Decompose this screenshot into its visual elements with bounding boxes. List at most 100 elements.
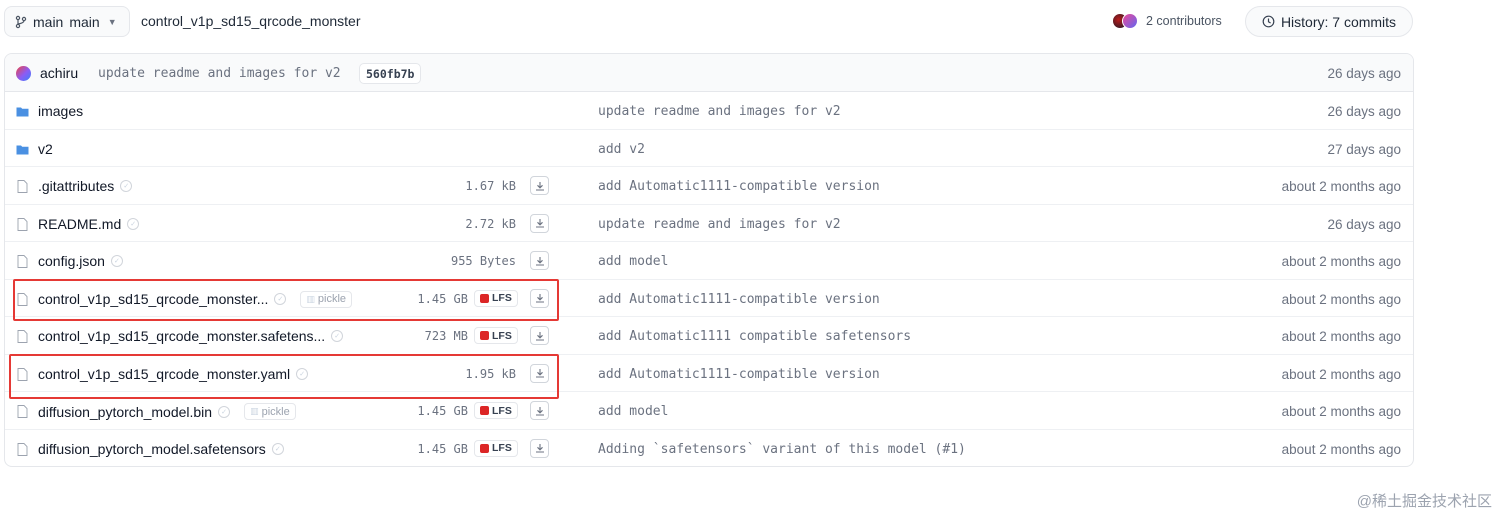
file-size: 2.72 kB <box>465 216 516 231</box>
contributors-link[interactable]: 2 contributors <box>1112 12 1222 30</box>
file-table: achiru update readme and images for v2 5… <box>4 53 1414 467</box>
commit-message[interactable]: update readme and images for v2 <box>98 66 341 81</box>
watermark: @稀土掘金技术社区 <box>1356 493 1492 510</box>
file-date: 26 days ago <box>1327 216 1401 232</box>
download-icon[interactable] <box>530 251 549 270</box>
file-icon <box>17 255 28 268</box>
file-name[interactable]: control_v1p_sd15_qrcode_monster.safetens… <box>38 328 325 344</box>
commit-author[interactable]: achiru <box>40 65 78 81</box>
pickle-icon: ▥ <box>306 293 315 304</box>
lfs-icon <box>480 293 489 303</box>
safe-check-icon: ✓ <box>110 255 123 267</box>
table-row[interactable]: v2 add v2 27 days ago <box>5 130 1413 167</box>
pickle-badge[interactable]: ▥ pickle <box>300 290 353 308</box>
file-commit-message[interactable]: add Automatic1111 compatible safetensors <box>598 329 911 344</box>
file-icon <box>17 442 28 456</box>
repo-path: control_v1p_sd15_qrcode_monster <box>141 13 361 29</box>
file-commit-message[interactable]: add Automatic1111-compatible version <box>598 179 880 194</box>
file-date: about 2 months ago <box>1281 329 1401 344</box>
table-row[interactable]: config.json ✓ 955 Bytes add model about … <box>5 242 1413 280</box>
avatar <box>16 66 31 81</box>
file-name[interactable]: README.md <box>38 216 121 232</box>
history-label: History: 7 commits <box>1280 13 1397 30</box>
pickle-badge[interactable]: ▥ pickle <box>244 403 296 420</box>
file-commit-message[interactable]: Adding `safetensors` variant of this mod… <box>598 442 966 457</box>
file-date: 27 days ago <box>1327 141 1401 157</box>
lfs-badge: LFS <box>474 289 518 307</box>
file-name[interactable]: images <box>38 103 83 119</box>
file-commit-message[interactable]: add v2 <box>598 142 645 157</box>
file-size: 1.95 kB <box>465 366 516 381</box>
repo-header: main main ▼ control_v1p_sd15_qrcode_mons… <box>0 0 1500 44</box>
file-commit-message[interactable]: add Automatic1111-compatible version <box>598 292 880 307</box>
file-name[interactable]: diffusion_pytorch_model.bin <box>38 404 212 420</box>
safe-check-icon: ✓ <box>271 442 284 455</box>
file-size: 1.45 GB <box>417 404 468 418</box>
chevron-down-icon: ▼ <box>107 16 117 27</box>
file-commit-message[interactable]: update readme and images for v2 <box>598 104 841 119</box>
file-date: about 2 months ago <box>1281 366 1401 382</box>
file-name[interactable]: control_v1p_sd15_qrcode_monster.yaml <box>38 366 290 382</box>
file-name[interactable]: .gitattributes <box>38 178 114 194</box>
download-icon[interactable] <box>530 326 549 345</box>
file-size: 955 Bytes <box>450 254 516 268</box>
table-row[interactable]: .gitattributes ✓ 1.67 kB add Automatic11… <box>5 167 1413 205</box>
lfs-label: LFS <box>492 404 512 417</box>
table-row[interactable]: control_v1p_sd15_qrcode_monster.safetens… <box>5 317 1413 355</box>
file-icon <box>17 217 28 231</box>
file-icon <box>17 367 28 381</box>
file-icon <box>17 292 28 306</box>
file-name[interactable]: control_v1p_sd15_qrcode_monster... <box>38 291 268 307</box>
lfs-icon <box>480 406 489 415</box>
lfs-badge: LFS <box>474 327 518 344</box>
lfs-icon <box>480 443 489 453</box>
file-name[interactable]: diffusion_pytorch_model.safetensors <box>38 441 266 457</box>
lfs-label: LFS <box>492 442 512 454</box>
file-commit-message[interactable]: update readme and images for v2 <box>598 217 841 232</box>
history-icon <box>1262 15 1275 28</box>
table-row[interactable]: images update readme and images for v2 2… <box>5 92 1413 130</box>
lfs-icon <box>480 331 489 340</box>
file-commit-message[interactable]: add Automatic1111-compatible version <box>598 367 880 382</box>
table-row[interactable]: control_v1p_sd15_qrcode_monster... ✓ ▥ pi… <box>5 280 1413 317</box>
pickle-label: pickle <box>261 405 290 418</box>
folder-icon <box>16 145 29 154</box>
download-icon[interactable] <box>530 288 549 308</box>
branch-name-repeat: main <box>69 13 100 30</box>
safe-check-icon: ✓ <box>120 180 133 192</box>
safe-check-icon: ✓ <box>296 367 309 380</box>
branch-selector[interactable]: main main ▼ <box>4 6 130 37</box>
lfs-badge: LFS <box>474 402 518 419</box>
file-name[interactable]: config.json <box>38 253 105 269</box>
table-row[interactable]: diffusion_pytorch_model.safetensors ✓ 1.… <box>5 430 1413 467</box>
file-size: 1.67 kB <box>465 179 516 193</box>
branch-icon <box>15 15 27 28</box>
pickle-label: pickle <box>317 293 347 305</box>
download-icon[interactable] <box>530 176 549 195</box>
commit-hash[interactable]: 560fb7b <box>359 63 422 84</box>
download-icon[interactable] <box>530 363 549 383</box>
file-icon <box>17 330 28 343</box>
file-icon <box>17 405 28 418</box>
file-icon <box>17 180 28 193</box>
contributor-avatars <box>1112 12 1140 30</box>
download-icon[interactable] <box>530 401 549 420</box>
file-date: 26 days ago <box>1327 104 1401 119</box>
file-date: about 2 months ago <box>1281 291 1401 307</box>
download-icon[interactable] <box>530 438 549 458</box>
file-commit-message[interactable]: add model <box>598 404 668 419</box>
file-date: about 2 months ago <box>1281 441 1401 457</box>
file-commit-message[interactable]: add model <box>598 254 668 269</box>
history-button[interactable]: History: 7 commits <box>1245 6 1413 37</box>
commit-date: 26 days ago <box>1327 66 1401 81</box>
table-row[interactable]: control_v1p_sd15_qrcode_monster.yaml ✓ 1… <box>5 355 1413 392</box>
contributors-label: 2 contributors <box>1146 14 1222 28</box>
download-icon[interactable] <box>530 213 549 233</box>
table-row[interactable]: diffusion_pytorch_model.bin ✓ ▥ pickle 1.… <box>5 392 1413 430</box>
safe-check-icon: ✓ <box>218 405 231 418</box>
file-size: 723 MB <box>424 329 468 343</box>
file-name[interactable]: v2 <box>38 141 53 157</box>
file-date: about 2 months ago <box>1281 404 1401 419</box>
safe-check-icon: ✓ <box>331 330 344 342</box>
table-row[interactable]: README.md ✓ 2.72 kB update readme and im… <box>5 205 1413 242</box>
